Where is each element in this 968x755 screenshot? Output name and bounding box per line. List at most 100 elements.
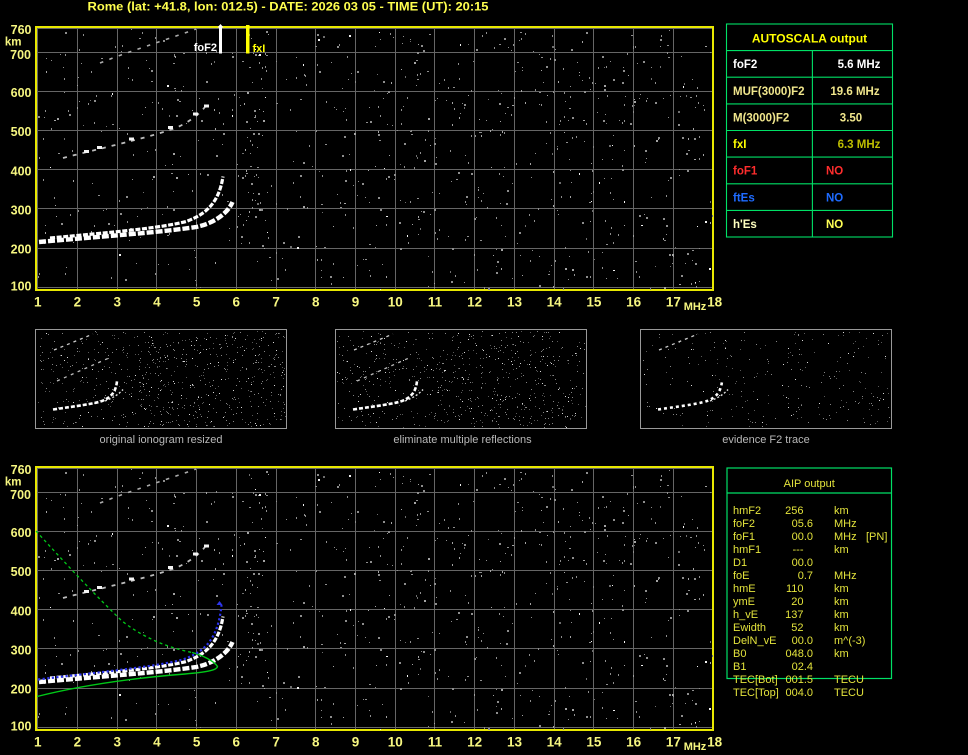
svg-text:137: 137 <box>785 609 803 621</box>
svg-text:10: 10 <box>388 735 403 750</box>
svg-text:12: 12 <box>467 735 482 750</box>
svg-text:B0: B0 <box>733 648 746 660</box>
svg-text:ymE: ymE <box>733 596 755 608</box>
svg-text:foF2: foF2 <box>194 42 217 54</box>
svg-text:[PN]: [PN] <box>866 531 887 543</box>
svg-text:9: 9 <box>352 295 360 310</box>
svg-text:Ewidth: Ewidth <box>733 622 766 634</box>
svg-text:100: 100 <box>11 719 32 733</box>
svg-text:18: 18 <box>707 295 723 310</box>
svg-text:fxI: fxI <box>253 43 266 55</box>
svg-text:05.6: 05.6 <box>792 518 813 530</box>
svg-text:foE: foE <box>733 570 750 582</box>
svg-text:km: km <box>834 622 849 634</box>
svg-text:MHz: MHz <box>834 518 857 530</box>
svg-text:D1: D1 <box>733 557 747 569</box>
svg-text:760: 760 <box>11 23 32 37</box>
svg-text:17: 17 <box>666 295 681 310</box>
svg-text:048.0: 048.0 <box>785 648 813 660</box>
svg-text:14: 14 <box>547 295 563 310</box>
svg-text:19.6 MHz: 19.6 MHz <box>830 86 879 98</box>
svg-text:DelN_vE: DelN_vE <box>733 635 776 647</box>
svg-text:02.4: 02.4 <box>792 661 813 673</box>
svg-text:600: 600 <box>11 526 32 540</box>
svg-text:km: km <box>834 648 849 660</box>
svg-text:Rome (lat: +41.8, lon: 012.5): Rome (lat: +41.8, lon: 012.5) - DATE: 20… <box>88 2 490 14</box>
svg-text:300: 300 <box>11 204 32 218</box>
svg-text:evidence F2 trace: evidence F2 trace <box>722 434 809 446</box>
svg-text:km: km <box>834 609 849 621</box>
svg-text:4: 4 <box>153 735 161 750</box>
svg-text:M(3000)F2: M(3000)F2 <box>733 112 789 124</box>
svg-text:hmF1: hmF1 <box>733 544 761 556</box>
svg-text:TECU: TECU <box>834 687 864 699</box>
svg-text:7: 7 <box>272 735 280 750</box>
svg-text:2: 2 <box>74 735 82 750</box>
svg-text:7: 7 <box>272 295 280 310</box>
svg-text:foF1: foF1 <box>733 531 755 543</box>
svg-text:km: km <box>834 596 849 608</box>
svg-text:8: 8 <box>312 295 320 310</box>
svg-text:NO: NO <box>826 166 843 178</box>
svg-text:B1: B1 <box>733 661 746 673</box>
svg-text:3: 3 <box>113 735 121 750</box>
svg-text:11: 11 <box>428 295 443 310</box>
svg-text:11: 11 <box>428 735 443 750</box>
svg-text:15: 15 <box>586 295 602 310</box>
svg-text:foF2: foF2 <box>733 518 755 530</box>
svg-text:700: 700 <box>10 488 31 502</box>
svg-text:5.6 MHz: 5.6 MHz <box>838 59 881 71</box>
svg-text:AIP output: AIP output <box>784 478 835 490</box>
svg-text:004.0: 004.0 <box>785 687 813 699</box>
svg-text:h_vE: h_vE <box>733 609 758 621</box>
svg-text:3: 3 <box>113 295 121 310</box>
svg-text:9: 9 <box>352 735 360 750</box>
svg-text:km: km <box>5 37 22 49</box>
svg-text:TEC[Top]: TEC[Top] <box>733 687 779 699</box>
svg-text:200: 200 <box>11 242 32 256</box>
svg-text:00.0: 00.0 <box>792 635 813 647</box>
svg-text:400: 400 <box>11 164 32 178</box>
svg-text:6: 6 <box>233 295 241 310</box>
svg-text:18: 18 <box>707 735 723 750</box>
svg-text:12: 12 <box>467 295 482 310</box>
svg-text:17: 17 <box>666 735 681 750</box>
svg-text:500: 500 <box>11 565 32 579</box>
svg-text:hmE: hmE <box>733 583 756 595</box>
svg-text:foF2: foF2 <box>733 59 757 71</box>
svg-text:5: 5 <box>193 735 201 750</box>
svg-text:AUTOSCALA output: AUTOSCALA output <box>752 31 867 45</box>
svg-text:foF1: foF1 <box>733 166 758 178</box>
svg-text:km: km <box>834 544 849 556</box>
svg-text:16: 16 <box>626 295 642 310</box>
svg-text:00.0: 00.0 <box>792 557 813 569</box>
svg-text:MHz: MHz <box>684 301 707 313</box>
svg-text:760: 760 <box>11 463 32 477</box>
svg-text:1: 1 <box>34 295 42 310</box>
svg-text:km: km <box>834 583 849 595</box>
svg-text:km: km <box>834 505 849 517</box>
svg-text:6: 6 <box>233 735 241 750</box>
svg-text:600: 600 <box>11 86 32 100</box>
svg-text:256: 256 <box>785 505 803 517</box>
svg-text:km: km <box>5 477 22 489</box>
svg-text:6.3 MHz: 6.3 MHz <box>838 139 881 151</box>
svg-text:20: 20 <box>791 596 803 608</box>
svg-text:100: 100 <box>11 279 32 293</box>
svg-text:700: 700 <box>10 48 31 62</box>
svg-text:13: 13 <box>507 295 523 310</box>
svg-text:MHz: MHz <box>834 570 857 582</box>
svg-text:4: 4 <box>153 295 161 310</box>
svg-text:52: 52 <box>791 622 803 634</box>
svg-text:2: 2 <box>74 295 82 310</box>
svg-text:h'Es: h'Es <box>733 219 757 231</box>
svg-text:5: 5 <box>193 295 201 310</box>
svg-text:ftEs: ftEs <box>733 192 755 204</box>
svg-text:16: 16 <box>626 735 642 750</box>
svg-text:15: 15 <box>586 735 602 750</box>
svg-text:0.7: 0.7 <box>798 570 813 582</box>
svg-text:13: 13 <box>507 735 523 750</box>
svg-text:1: 1 <box>34 735 42 750</box>
svg-text:8: 8 <box>312 735 320 750</box>
svg-text:500: 500 <box>11 125 32 139</box>
